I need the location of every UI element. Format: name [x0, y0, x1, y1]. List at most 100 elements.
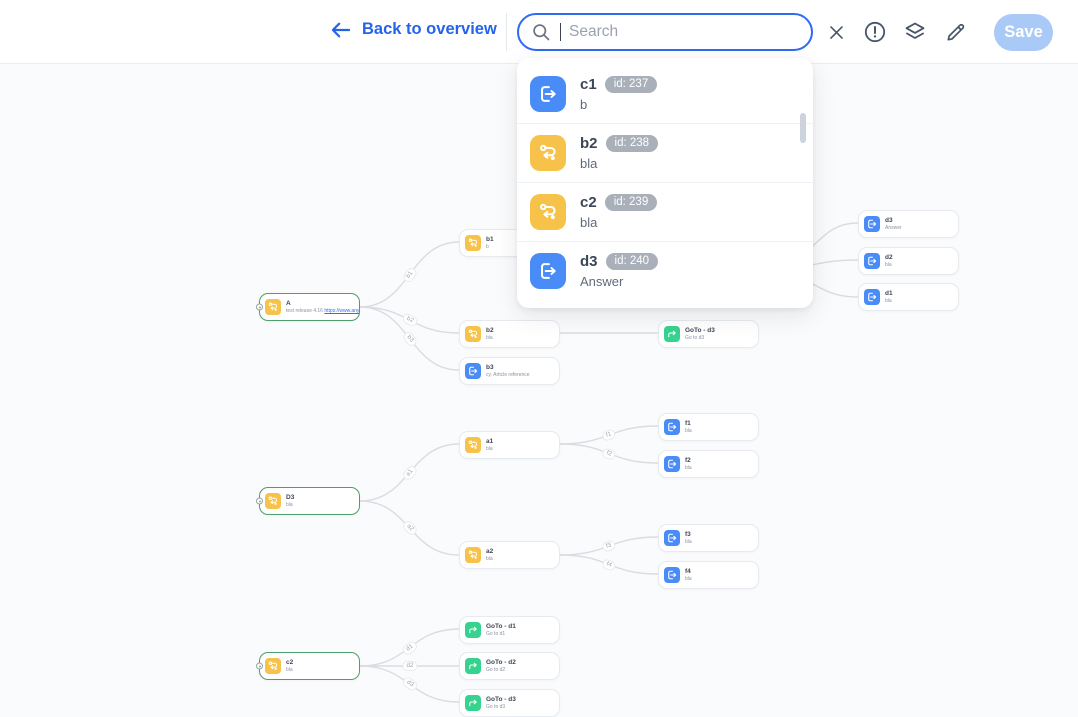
node-title: d2 — [885, 254, 893, 262]
route-icon — [537, 201, 559, 223]
exit-icon — [666, 532, 678, 544]
flow-node-D3[interactable]: D3 bla — [259, 487, 360, 515]
node-texts: d3 Answer — [885, 217, 902, 231]
route-icon — [265, 493, 281, 509]
exit-icon — [866, 291, 878, 303]
flow-node-f3[interactable]: f3 bla — [658, 524, 759, 552]
search-input[interactable] — [569, 23, 799, 41]
node-subtitle: bla — [486, 556, 493, 562]
result-title: b2 — [580, 135, 598, 152]
save-button[interactable]: Save — [994, 14, 1053, 51]
node-title: f1 — [685, 420, 692, 428]
back-to-overview-button[interactable]: Back to overview — [330, 20, 497, 39]
node-title: f2 — [685, 457, 692, 465]
node-link[interactable]: https://www.anyway.org — [324, 308, 359, 314]
node-subtitle: Go to d1 — [486, 631, 516, 637]
flow-node-a2[interactable]: a2 bla — [459, 541, 560, 569]
route-icon — [267, 301, 279, 313]
search-icon — [531, 22, 551, 42]
input-port[interactable] — [256, 304, 263, 311]
route-icon — [530, 194, 566, 230]
flow-node-c2[interactable]: c2 bla — [259, 652, 360, 680]
exit-icon — [537, 83, 559, 105]
flow-node-goto-d3[interactable]: GoTo - d3 Go to d3 — [658, 320, 759, 348]
exit-icon — [664, 456, 680, 472]
validation-warnings-button[interactable] — [861, 18, 889, 46]
node-title: d3 — [885, 217, 902, 225]
node-title: b1 — [486, 236, 494, 244]
route-icon — [267, 495, 279, 507]
node-title: a2 — [486, 548, 493, 556]
route-icon — [265, 299, 281, 315]
exit-icon — [530, 76, 566, 112]
search-result-item[interactable]: c1 id: 237 b — [517, 64, 813, 123]
search-result-item[interactable]: d3 id: 240 Answer — [517, 241, 813, 300]
back-to-overview-label: Back to overview — [362, 20, 497, 39]
flow-node-d2[interactable]: d2 bla — [858, 247, 959, 275]
exit-icon — [664, 567, 680, 583]
node-texts: GoTo - d3 Go to d3 — [685, 327, 715, 341]
flow-node-d1[interactable]: d1 bla — [858, 283, 959, 311]
flow-node-f2[interactable]: f2 bla — [658, 450, 759, 478]
dropdown-scrollbar[interactable] — [800, 113, 806, 143]
edit-button[interactable] — [941, 18, 969, 46]
node-texts: d1 bla — [885, 290, 893, 304]
flow-node-d3[interactable]: d3 Answer — [858, 210, 959, 238]
layers-button[interactable] — [901, 18, 929, 46]
flow-node-f1[interactable]: f1 bla — [658, 413, 759, 441]
flow-node-a1[interactable]: a1 bla — [459, 431, 560, 459]
search-box[interactable] — [517, 13, 813, 51]
pencil-icon — [944, 21, 967, 44]
layers-icon — [903, 20, 927, 44]
goto-icon — [465, 658, 481, 674]
node-texts: f4 bla — [685, 568, 692, 582]
search-result-item[interactable]: b2 id: 238 bla — [517, 123, 813, 182]
input-port[interactable] — [256, 498, 263, 505]
close-search-button[interactable] — [822, 18, 850, 46]
goto-icon — [664, 326, 680, 342]
result-id-badge: id: 237 — [605, 76, 658, 93]
flow-node-goto-d1b[interactable]: GoTo - d1 Go to d1 — [459, 616, 560, 644]
node-texts: D3 bla — [286, 494, 294, 508]
exit-icon — [467, 365, 479, 377]
exit-icon — [664, 419, 680, 435]
result-texts: d3 id: 240 Answer — [580, 253, 658, 289]
node-title: d1 — [885, 290, 893, 298]
node-title: GoTo - d3 — [486, 696, 516, 704]
flow-node-b3[interactable]: b3 cy. Article reference — [459, 357, 560, 385]
node-title: b3 — [486, 364, 530, 372]
result-texts: b2 id: 238 bla — [580, 135, 658, 171]
flow-node-goto-d3b[interactable]: GoTo - d3 Go to d3 — [459, 689, 560, 717]
route-icon — [467, 439, 479, 451]
text-caret — [560, 23, 561, 41]
node-subtitle: bla — [685, 465, 692, 471]
node-title: b2 — [486, 327, 494, 335]
flow-node-A[interactable]: A test release 4.16 https://www.anyway.o… — [259, 293, 360, 321]
result-texts: c1 id: 237 b — [580, 76, 657, 112]
close-icon — [827, 23, 846, 42]
flow-node-goto-d2b[interactable]: GoTo - d2 Go to d2 — [459, 652, 560, 680]
route-icon — [530, 135, 566, 171]
toolbar: Back to overview Save — [0, 0, 1078, 64]
exit-icon — [864, 253, 880, 269]
route-icon — [467, 549, 479, 561]
node-subtitle: bla — [286, 667, 293, 673]
input-port[interactable] — [256, 663, 263, 670]
node-title: A — [286, 300, 359, 308]
search-result-item[interactable]: c2 id: 239 bla — [517, 182, 813, 241]
flow-node-f4[interactable]: f4 bla — [658, 561, 759, 589]
flow-node-b2[interactable]: b2 bla — [459, 320, 560, 348]
node-title: a1 — [486, 438, 493, 446]
exit-icon — [666, 421, 678, 433]
route-icon — [267, 660, 279, 672]
node-subtitle: bla — [685, 539, 692, 545]
result-id-badge: id: 238 — [606, 135, 659, 152]
node-texts: GoTo - d1 Go to d1 — [486, 623, 516, 637]
node-title: D3 — [286, 494, 294, 502]
node-subtitle: bla — [885, 262, 893, 268]
route-icon — [465, 235, 481, 251]
result-title: d3 — [580, 253, 598, 270]
node-texts: f3 bla — [685, 531, 692, 545]
node-title: f3 — [685, 531, 692, 539]
node-subtitle: Go to d2 — [486, 667, 516, 673]
